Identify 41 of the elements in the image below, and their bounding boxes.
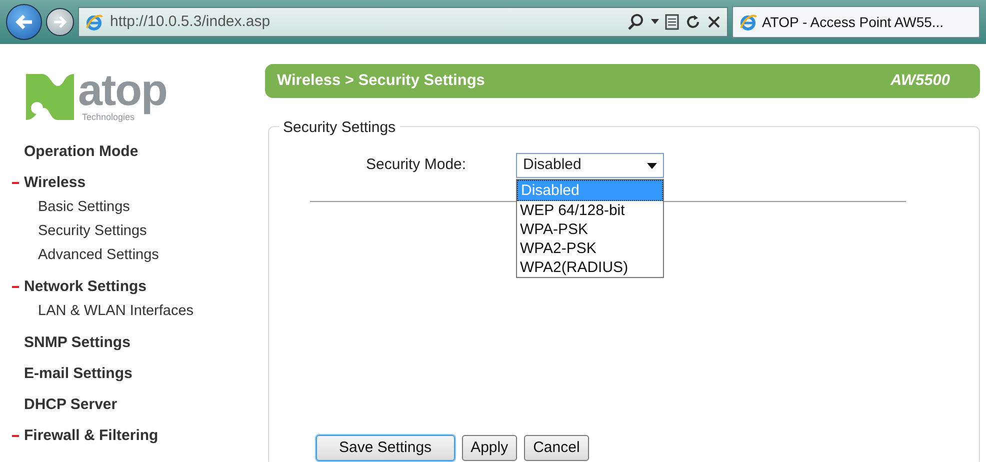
refresh-icon[interactable] [685, 14, 701, 30]
dropdown-option[interactable]: WEP 64/128-bit [517, 201, 663, 220]
tab-title: ATOP - Access Point AW55... [762, 12, 944, 32]
browser-logo-icon [739, 12, 758, 32]
back-arrow-icon [14, 13, 34, 31]
form-button[interactable]: Apply [462, 435, 518, 461]
caret-icon[interactable] [651, 19, 659, 25]
form-button[interactable]: Save Settings [316, 435, 455, 461]
address-bar[interactable]: http://10.0.5.3/index.asp [78, 7, 728, 37]
sidebar-item[interactable]: Operation Mode [24, 136, 262, 167]
browser-logo-icon [85, 12, 104, 32]
sidebar-item[interactable]: Firewall & Filtering [24, 420, 262, 451]
back-button[interactable] [6, 4, 42, 40]
logo-tagline: Technologies [82, 113, 135, 122]
form-button[interactable]: Cancel [524, 435, 589, 461]
browser-tab[interactable]: ATOP - Access Point AW55... [732, 6, 980, 38]
breadcrumb-text: Wireless > Security Settings [277, 71, 485, 92]
security-mode-select[interactable]: Disabled [516, 153, 664, 178]
forward-arrow-icon [52, 15, 68, 29]
sidebar-subitem[interactable]: LAN & WLAN Interfaces [38, 299, 262, 323]
dropdown-option[interactable]: WPA-PSK [517, 220, 663, 239]
sidebar-item[interactable]: DHCP Server [24, 389, 262, 420]
forward-button[interactable] [46, 8, 74, 36]
document-icon[interactable] [665, 14, 679, 30]
logo-text: atop [78, 69, 167, 113]
sidebar-item[interactable]: Wireless [24, 167, 262, 198]
caret-icon [647, 162, 657, 168]
sidebar-item[interactable]: E-mail Settings [24, 358, 262, 389]
model-name: AW5500 [890, 71, 950, 92]
close-icon[interactable] [707, 15, 721, 29]
sidebar-subitem[interactable]: Basic Settings [38, 195, 262, 219]
dropdown-option[interactable]: WPA2(RADIUS) [517, 258, 663, 277]
logo-mark-icon [24, 72, 76, 122]
field-label: Security Mode: [366, 155, 468, 176]
sidebar-subitem[interactable]: Security Settings [38, 219, 262, 243]
sidebar-item[interactable]: Network Settings [24, 271, 262, 302]
sidebar-item[interactable]: SNMP Settings [24, 327, 262, 358]
search-icon[interactable] [627, 13, 645, 31]
dropdown-option[interactable]: WPA2-PSK [517, 239, 663, 258]
sidebar-subitem[interactable]: Advanced Settings [38, 243, 262, 267]
url-text: http://10.0.5.3/index.asp [110, 12, 270, 32]
